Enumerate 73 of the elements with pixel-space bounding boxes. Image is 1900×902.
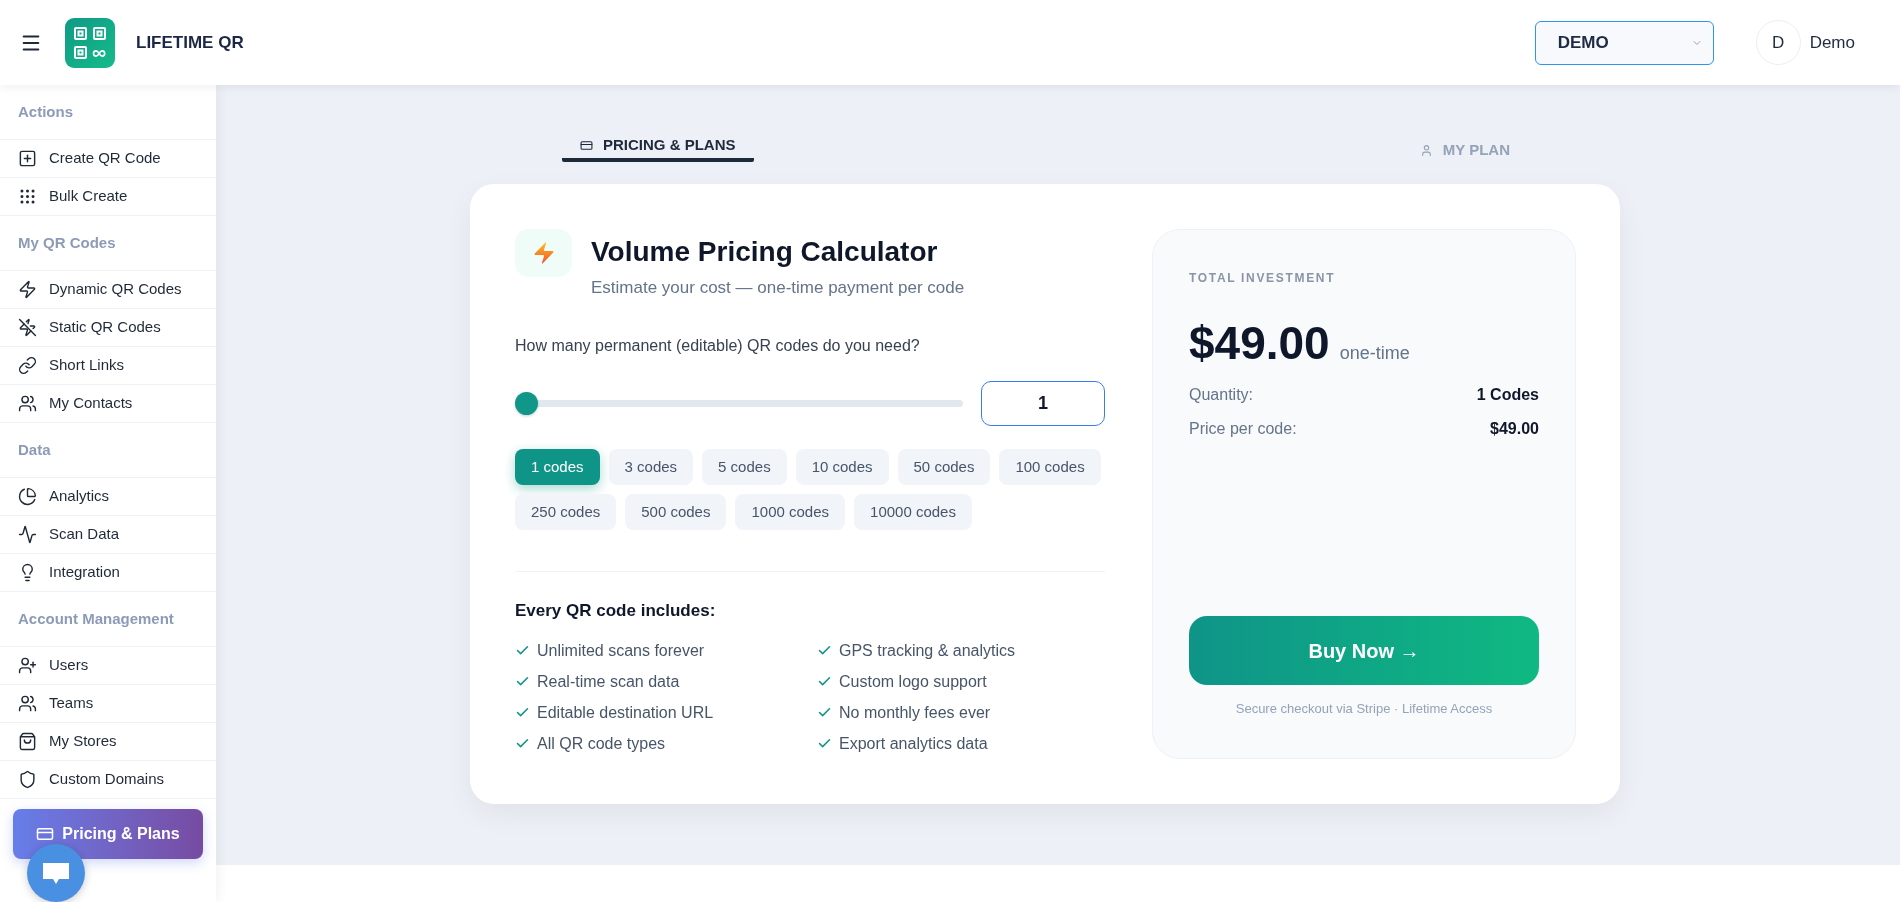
quantity-input[interactable]: 1 (981, 381, 1105, 426)
avatar[interactable]: D (1755, 20, 1801, 65)
price-note: one-time (1339, 342, 1410, 365)
sidebar-item[interactable]: Short Links (0, 347, 216, 385)
quantity-question: How many permanent (editable) QR codes do you need? (515, 336, 921, 356)
sidebar-item[interactable]: My Stores (0, 723, 216, 761)
sidebar-item[interactable]: Users (0, 647, 216, 685)
preset-chip[interactable]: 1000 codes (735, 494, 846, 530)
brand-name: LIFETIME QR (136, 31, 244, 54)
sidebar-item[interactable]: Bulk Create (0, 178, 216, 216)
sidebar-item[interactable]: Dynamic QR Codes (0, 271, 216, 309)
bag-icon (18, 732, 37, 751)
feature-text: All QR code types (537, 733, 666, 754)
pulse-line-icon (18, 525, 37, 544)
sidebar-item[interactable]: My Contacts (0, 385, 216, 423)
quantity-slider[interactable] (515, 392, 963, 415)
section-heading: Data (18, 439, 51, 460)
pie-chart-icon (18, 487, 37, 506)
sidebar-item[interactable]: Teams (0, 685, 216, 723)
link-icon (18, 356, 37, 375)
people-icon (18, 694, 37, 713)
preset-chip[interactable]: 3 codes (608, 449, 694, 485)
person-icon (1419, 143, 1433, 157)
shield-icon (18, 770, 37, 789)
preset-chip[interactable]: 1 codes (515, 449, 600, 485)
sidebar-item[interactable]: Integration (0, 554, 216, 592)
summary-label: TOTAL INVESTMENT (1189, 270, 1337, 286)
section-heading: My QR Codes (18, 232, 116, 253)
user-name[interactable]: Demo (1809, 29, 1855, 56)
section-heading: Actions (18, 101, 73, 122)
preset-chip[interactable]: 10 codes (795, 449, 889, 485)
crossed-lightning-icon (18, 318, 37, 337)
feature-text: Custom logo support (839, 671, 987, 692)
feature-text: Export analytics data (839, 733, 988, 754)
pricing-plans-button[interactable]: Pricing & Plans (13, 809, 203, 859)
dot-grid-icon (18, 187, 37, 206)
calculator-title: Volume Pricing Calculator (591, 235, 939, 269)
section-heading: Account Management (18, 608, 174, 629)
feature-text: Unlimited scans forever (537, 640, 705, 661)
slider-thumb[interactable] (515, 392, 538, 415)
features-title: Every QR code includes: (515, 600, 717, 622)
preset-chip[interactable]: 250 codes (515, 494, 617, 530)
person-plus-icon (18, 656, 37, 675)
sidebar-item[interactable]: Create QR Code (0, 140, 216, 178)
summary-row-label: Price per code: (1189, 419, 1297, 439)
checkout-note: Secure checkout via Stripe · Lifetime Access (1234, 700, 1494, 718)
people-icon (18, 394, 37, 413)
card-icon (580, 138, 593, 152)
preset-chip[interactable]: 500 codes (625, 494, 727, 530)
preset-chip[interactable]: 100 codes (999, 449, 1101, 485)
sidebar-item[interactable]: Custom Domains (0, 761, 216, 799)
preset-chip[interactable]: 10000 codes (854, 494, 972, 530)
sidebar-item[interactable]: Scan Data (0, 516, 216, 554)
logo-icon (65, 17, 115, 68)
preset-chip[interactable]: 5 codes (702, 449, 787, 485)
feature-text: GPS tracking & analytics (839, 640, 1016, 661)
preset-chip[interactable]: 50 codes (897, 449, 991, 485)
summary-row-value: 1 Codes (1476, 385, 1539, 405)
lightning-icon (515, 229, 572, 277)
card-icon (36, 825, 55, 843)
workspace-select[interactable]: DEMO (1534, 20, 1714, 65)
feature-text: No monthly fees ever (839, 702, 991, 723)
plus-square-icon (18, 149, 37, 168)
sidebar-item[interactable]: Static QR Codes (0, 309, 216, 347)
feature-text: Real-time scan data (537, 671, 680, 692)
summary-row-value: $49.00 (1490, 419, 1539, 439)
sidebar-item[interactable]: Analytics (0, 478, 216, 516)
lightning-icon (18, 280, 37, 299)
calculator-subtitle: Estimate your cost — one-time payment per code (591, 277, 965, 299)
summary-row-label: Quantity: (1189, 385, 1254, 405)
tab[interactable]: PRICING & PLANS (562, 135, 754, 162)
total-price: $49.00 (1189, 320, 1330, 366)
feature-text: Editable destination URL (537, 702, 714, 723)
